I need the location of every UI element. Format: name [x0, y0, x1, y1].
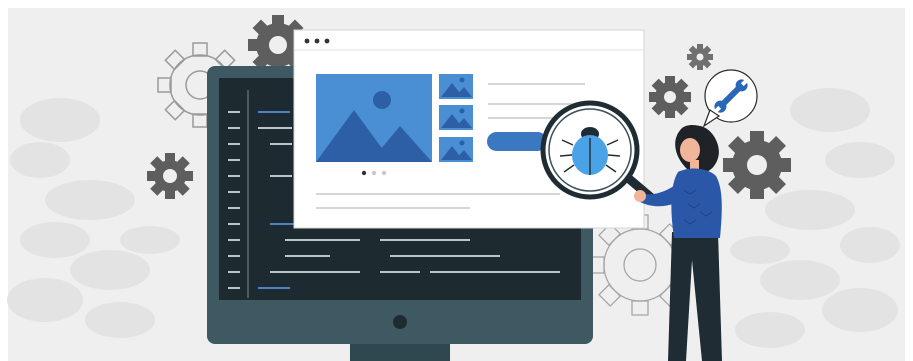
gear-icon [649, 76, 691, 118]
speech-bubble [702, 69, 758, 128]
monitor-stand [350, 344, 450, 361]
scene-svg [7, 15, 900, 361]
carousel-dot[interactable] [381, 170, 387, 176]
image-placeholder-icon [316, 74, 432, 162]
carousel-dot-active[interactable] [361, 170, 367, 176]
cta-button[interactable] [487, 132, 547, 151]
gear-icon [723, 131, 791, 199]
thumbnail-image-icon[interactable] [439, 74, 473, 99]
person-figure [634, 124, 722, 361]
carousel-dot[interactable] [371, 170, 377, 176]
illustration [0, 0, 913, 361]
carousel-dots [361, 170, 387, 176]
thumbnail-image-icon[interactable] [439, 137, 473, 162]
gear-icon [687, 44, 713, 70]
monitor-power-button [393, 315, 407, 329]
thumbnail-list [439, 74, 473, 162]
thumbnail-image-icon[interactable] [439, 105, 473, 130]
gear-icon [147, 153, 193, 199]
